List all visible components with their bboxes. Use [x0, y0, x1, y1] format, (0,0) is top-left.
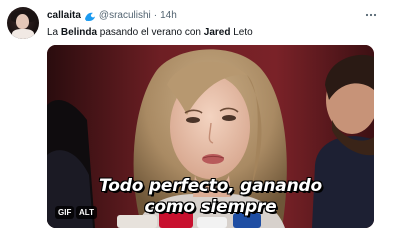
wave-icon: [84, 11, 96, 22]
avatar-face: [16, 14, 29, 29]
tweet-text-bold-name: Belinda: [60, 27, 98, 38]
alt-badge[interactable]: ALT: [76, 206, 97, 219]
avatar-collar: [12, 29, 34, 39]
tweet-text-part: La: [47, 27, 61, 38]
tweet-text-part: pasando el verano con: [97, 27, 204, 38]
tweet-text: La Belinda pasando el verano con Jared L…: [47, 26, 253, 39]
tweet-header: callaita @sraculishi · 14h: [47, 9, 177, 23]
separator-dot: ·: [153, 10, 158, 21]
tweet-media-gif[interactable]: Todo perfecto, ganando como siempre GIF …: [47, 45, 374, 228]
user-handle[interactable]: @sraculishi: [99, 9, 151, 23]
more-button[interactable]: [364, 8, 378, 22]
tweet-text-bold-name: Jared: [203, 27, 231, 38]
avatar[interactable]: [7, 7, 39, 39]
meme-caption-line1: Todo perfecto, ganando: [99, 176, 322, 196]
display-name[interactable]: callaita: [47, 9, 81, 23]
gif-badge[interactable]: GIF: [55, 206, 75, 219]
tweet-text-part: Leto: [230, 27, 253, 38]
timestamp[interactable]: 14h: [160, 9, 177, 23]
tweet[interactable]: callaita @sraculishi · 14h La Belinda pa…: [0, 0, 400, 243]
more-horizontal-icon: [365, 13, 377, 17]
